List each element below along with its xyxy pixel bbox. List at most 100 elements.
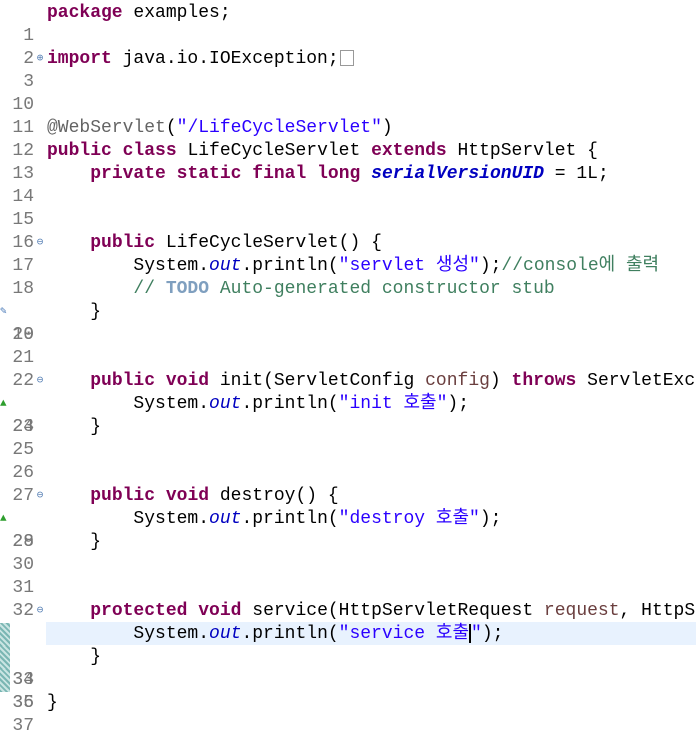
package-name: examples; bbox=[122, 3, 231, 23]
fold-collapse-icon[interactable]: ⊖ bbox=[34, 232, 46, 255]
collapsed-imports-icon[interactable] bbox=[339, 50, 354, 67]
system-ref: System. bbox=[133, 256, 210, 276]
code-line[interactable]: 29 System.out.println("destroy 호출"); bbox=[0, 508, 696, 552]
paren: ); bbox=[447, 394, 470, 414]
code-line[interactable]: 30 } bbox=[0, 531, 696, 575]
code-line[interactable]: 11 bbox=[0, 94, 696, 138]
keyword: public bbox=[90, 371, 156, 391]
code-line[interactable]: 22 bbox=[0, 347, 696, 391]
class-name: LifeCycleServlet bbox=[176, 141, 372, 161]
code-text[interactable]: } bbox=[47, 692, 58, 715]
keyword: void bbox=[165, 371, 210, 391]
method-call: .println( bbox=[241, 256, 339, 276]
fold-collapse-icon[interactable]: ⊖ bbox=[34, 485, 46, 508]
keyword: throws bbox=[511, 371, 577, 391]
code-line[interactable]: ▲ 33 ⊖ protected void service(HttpServle… bbox=[0, 600, 696, 690]
static-field: out bbox=[209, 256, 242, 276]
code-line[interactable]: 35 } bbox=[0, 646, 696, 713]
static-field: out bbox=[209, 509, 242, 529]
code-line[interactable]: ✎ 19 // TODO Auto-generated constructor … bbox=[0, 278, 696, 345]
method-signature: destroy() { bbox=[209, 486, 339, 506]
code-text[interactable]: private static final long serialVersionU… bbox=[47, 163, 609, 186]
code-line[interactable]: 16 bbox=[0, 209, 696, 253]
code-line[interactable]: 15 bbox=[0, 186, 696, 230]
code-text[interactable]: System.out.println("destroy 호출"); bbox=[47, 508, 501, 531]
code-text[interactable]: // TODO Auto-generated constructor stub bbox=[47, 278, 554, 301]
system-ref: System. bbox=[133, 509, 210, 529]
code-text[interactable]: System.out.println("init 호출"); bbox=[47, 393, 469, 416]
fold-collapse-icon[interactable]: ⊖ bbox=[34, 370, 46, 393]
code-line[interactable]: 12 @WebServlet("/LifeCycleServlet") bbox=[0, 117, 696, 161]
code-line[interactable]: 21 bbox=[0, 324, 696, 368]
code-line[interactable]: 31 bbox=[0, 554, 696, 598]
code-line[interactable]: 18 System.out.println("servlet 생성");//co… bbox=[0, 255, 696, 299]
code-line[interactable]: 36 bbox=[0, 669, 696, 713]
code-line[interactable]: 38 bbox=[0, 715, 696, 735]
parameter: request bbox=[543, 601, 620, 621]
code-text[interactable]: @WebServlet("/LifeCycleServlet") bbox=[47, 117, 393, 140]
code-line[interactable]: ▲ 23 ⊖ public void init(ServletConfig co… bbox=[0, 370, 696, 437]
code-text[interactable]: import java.io.IOException; bbox=[47, 48, 354, 71]
code-text[interactable]: public void init(ServletConfig config) t… bbox=[47, 370, 696, 393]
keyword: long bbox=[317, 164, 361, 184]
static-field: out bbox=[209, 394, 242, 414]
code-text[interactable]: } bbox=[47, 646, 101, 669]
todo-tag: TODO bbox=[165, 279, 210, 299]
fold-collapse-icon[interactable]: ⊖ bbox=[34, 600, 46, 623]
code-line[interactable]: 26 bbox=[0, 439, 696, 483]
code-line[interactable]: ▲ 28 ⊖ public void destroy() { bbox=[0, 485, 696, 552]
code-line[interactable]: 14 private static final long serialVersi… bbox=[0, 163, 696, 207]
code-line[interactable]: 1 package examples; bbox=[0, 2, 696, 46]
parameter: config bbox=[425, 371, 490, 391]
code-text[interactable]: System.out.println("servlet 생성");//conso… bbox=[47, 255, 659, 278]
fold-expand-icon[interactable]: ⊕ bbox=[34, 48, 46, 71]
code-text[interactable]: System.out.println("service 호출 "); bbox=[47, 623, 503, 646]
paren: ); bbox=[481, 624, 504, 644]
code-text[interactable]: public class LifeCycleServlet extends Ht… bbox=[47, 140, 598, 163]
code-editor[interactable]: 1 package examples; 2 3 ⊕ import java.io… bbox=[0, 0, 696, 735]
code-line-current[interactable]: 34 System.out.println("service 호출 "); bbox=[0, 623, 696, 690]
code-line[interactable]: 13 public class LifeCycleServlet extends… bbox=[0, 140, 696, 184]
string-literal: "/LifeCycleServlet" bbox=[176, 118, 382, 138]
code-line[interactable]: 27 bbox=[0, 462, 696, 506]
method-call: .println( bbox=[241, 509, 339, 529]
method-call: .println( bbox=[241, 624, 339, 644]
code-line[interactable]: 37 } bbox=[0, 692, 696, 735]
brace: } bbox=[90, 302, 102, 322]
brace: } bbox=[90, 417, 102, 437]
brace: } bbox=[90, 647, 102, 667]
code-line[interactable]: 32 bbox=[0, 577, 696, 621]
paren: ( bbox=[165, 118, 177, 138]
string-literal: "destroy 호출" bbox=[338, 509, 480, 529]
code-line[interactable]: 20 } bbox=[0, 301, 696, 345]
code-text[interactable]: } bbox=[47, 531, 101, 554]
brace: } bbox=[47, 693, 58, 713]
system-ref: System. bbox=[133, 624, 210, 644]
keyword: public bbox=[90, 233, 156, 253]
keyword: public bbox=[47, 141, 112, 161]
string-literal: "service 호출 bbox=[338, 624, 470, 644]
constructor-signature: LifeCycleServlet() { bbox=[155, 233, 382, 253]
code-text[interactable]: package examples; bbox=[47, 2, 231, 25]
code-text[interactable]: protected void service(HttpServletReques… bbox=[47, 600, 696, 623]
code-text[interactable]: } bbox=[47, 301, 101, 324]
code-line[interactable]: 17 ⊖ public LifeCycleServlet() { bbox=[0, 232, 696, 276]
string-literal: "init 호출" bbox=[338, 394, 448, 414]
keyword: package bbox=[47, 3, 123, 23]
paren: ); bbox=[479, 256, 502, 276]
code-text[interactable]: public LifeCycleServlet() { bbox=[47, 232, 382, 255]
annotation: @WebServlet bbox=[47, 118, 166, 138]
code-line[interactable]: 24 System.out.println("init 호출"); bbox=[0, 393, 696, 437]
code-line[interactable]: 3 ⊕ import java.io.IOException; bbox=[0, 48, 696, 92]
keyword: final bbox=[252, 164, 307, 184]
comment: // bbox=[133, 279, 166, 299]
keyword: extends bbox=[371, 141, 447, 161]
keyword: public bbox=[90, 486, 156, 506]
code-line[interactable]: 10 bbox=[0, 71, 696, 115]
code-text[interactable]: } bbox=[47, 416, 101, 439]
static-field: serialVersionUID bbox=[371, 164, 544, 184]
code-line[interactable]: 25 } bbox=[0, 416, 696, 460]
paren: ) bbox=[489, 371, 512, 391]
code-line[interactable]: 2 bbox=[0, 25, 696, 69]
code-text[interactable]: public void destroy() { bbox=[47, 485, 339, 508]
